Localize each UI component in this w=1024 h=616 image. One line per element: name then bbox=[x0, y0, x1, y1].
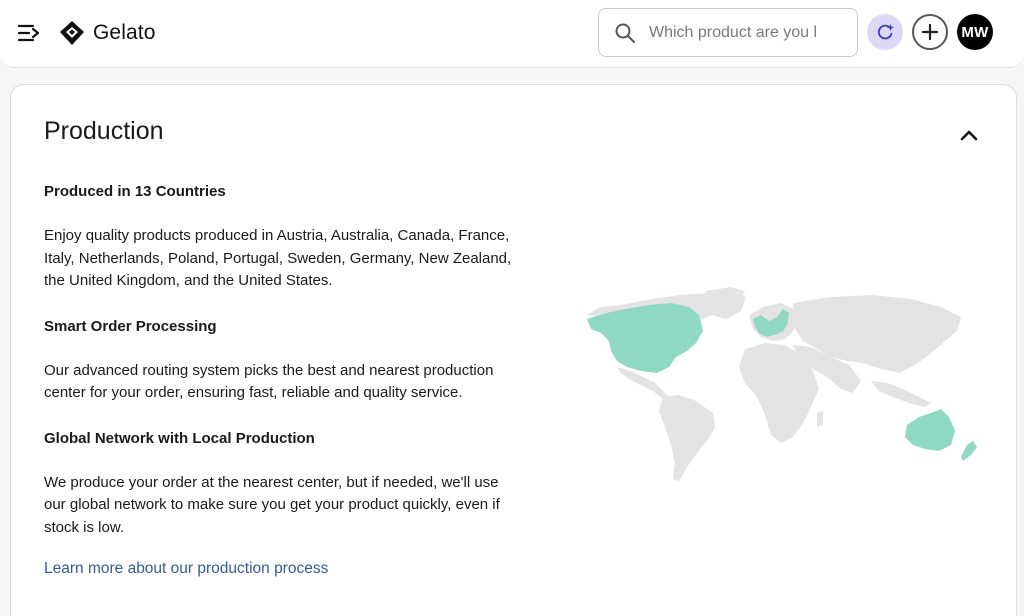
map-region-south-america bbox=[659, 395, 715, 481]
search-input[interactable] bbox=[649, 23, 839, 42]
world-map-graphic bbox=[586, 287, 977, 481]
map-region-madagascar bbox=[817, 411, 823, 427]
section-body-network: We produce your order at the nearest cen… bbox=[44, 473, 500, 536]
section-body-countries: Enjoy quality products produced in Austr… bbox=[44, 227, 512, 289]
menu-icon bbox=[17, 24, 40, 42]
ai-sparkle-icon bbox=[877, 23, 895, 40]
map-region-mexico bbox=[617, 367, 669, 399]
collapse-button[interactable] bbox=[957, 123, 981, 147]
plus-icon bbox=[921, 23, 939, 41]
user-avatar[interactable]: MW bbox=[957, 14, 993, 50]
map-region-australia bbox=[905, 409, 955, 451]
search-box[interactable] bbox=[598, 8, 858, 57]
production-content: Produced in 13 Countries Enjoy quality p… bbox=[44, 181, 514, 578]
section-heading-network: Global Network with Local Production bbox=[44, 429, 315, 447]
chevron-up-icon bbox=[960, 130, 978, 141]
learn-more-link[interactable]: Learn more about our production process bbox=[44, 560, 514, 578]
world-map bbox=[531, 285, 1001, 495]
section-body-routing: Our advanced routing system picks the be… bbox=[44, 361, 494, 402]
gelato-logo-icon bbox=[60, 21, 84, 45]
ai-assistant-button[interactable] bbox=[867, 14, 903, 50]
top-bar: Gelato MW bbox=[0, 0, 1024, 68]
brand-name: Gelato bbox=[93, 21, 156, 44]
section-heading-countries: Produced in 13 Countries bbox=[44, 183, 226, 200]
brand-logo[interactable]: Gelato bbox=[58, 17, 155, 49]
map-region-sea bbox=[871, 381, 931, 407]
map-region-new-zealand bbox=[961, 441, 977, 461]
section-heading-routing: Smart Order Processing bbox=[44, 317, 217, 335]
menu-button[interactable] bbox=[16, 20, 42, 46]
section-title: Production bbox=[44, 117, 164, 145]
create-button[interactable] bbox=[912, 14, 948, 50]
search-icon bbox=[615, 23, 635, 43]
production-card: Production Produced in 13 Countries Enjo… bbox=[10, 84, 1017, 616]
